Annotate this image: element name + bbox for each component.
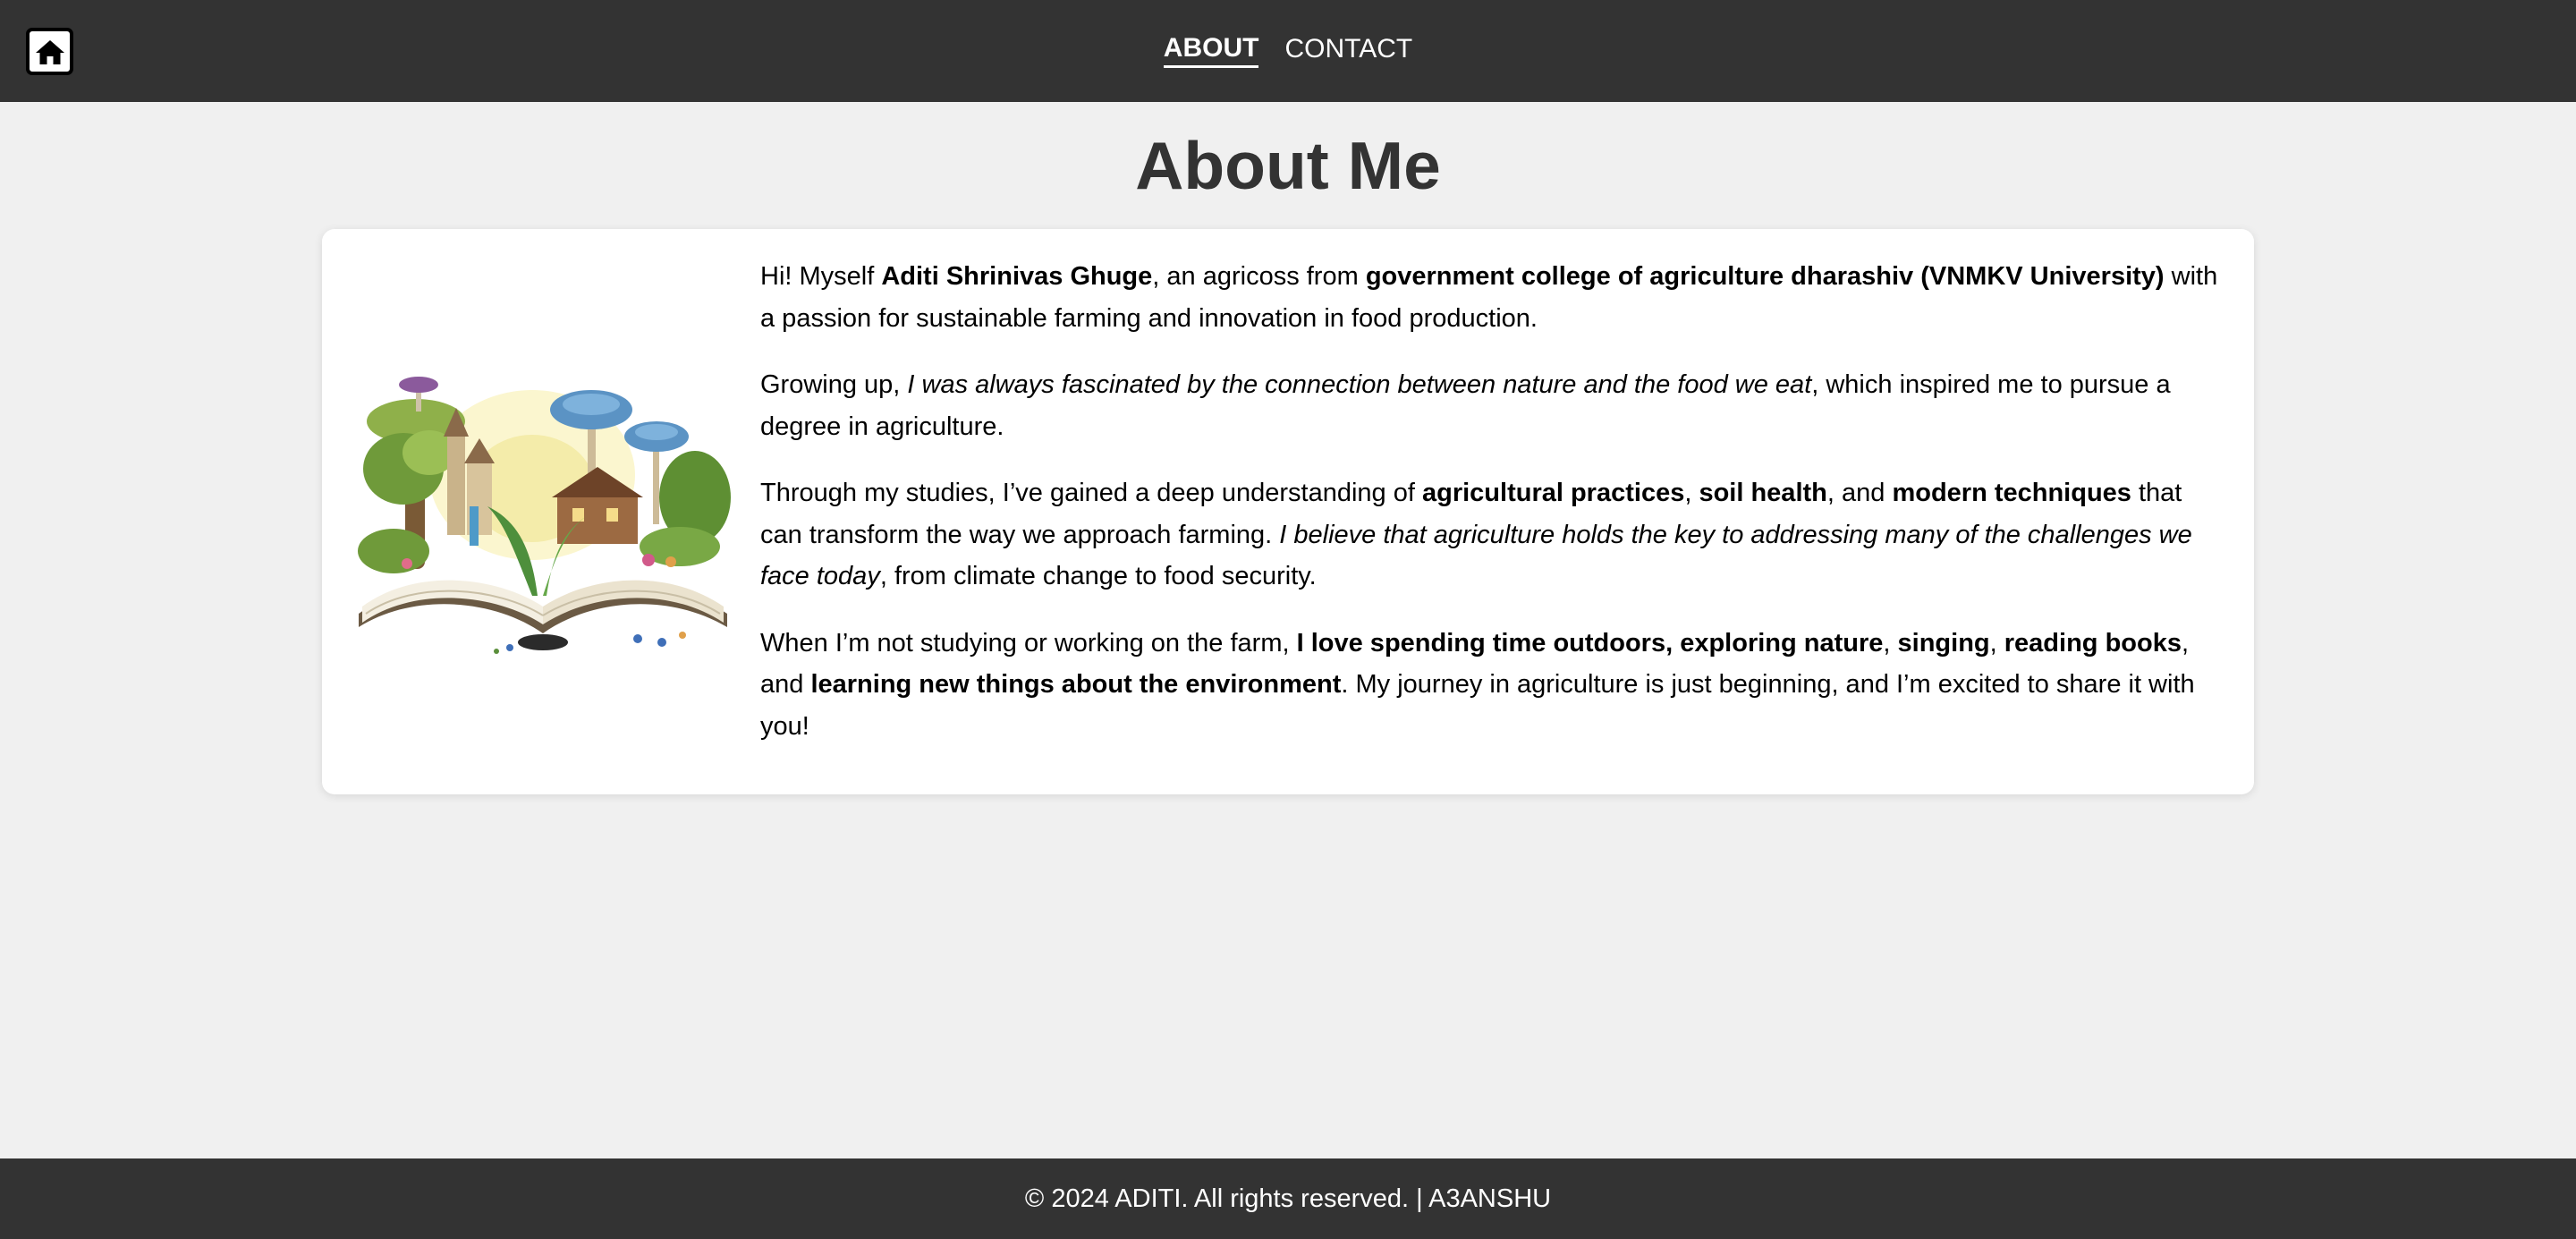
about-card: Hi! Myself Aditi Shrinivas Ghuge, an agr… (322, 229, 2254, 794)
intro-paragraph: Hi! Myself Aditi Shrinivas Ghuge, an agr… (760, 262, 2218, 333)
page-title: About Me (1135, 128, 1441, 203)
about-text: Hi! Myself Aditi Shrinivas Ghuge, an agr… (760, 256, 2218, 772)
growing-up-paragraph: Growing up, I was always fascinated by t… (760, 370, 2171, 441)
top-navbar: ABOUT CONTACT (0, 0, 2576, 102)
page-footer: © 2024 ADITI. All rights reserved. | A3A… (0, 1158, 2576, 1239)
nav-about-link[interactable]: ABOUT (1163, 34, 1259, 68)
hobbies-paragraph: When I’m not studying or working on the … (760, 628, 2195, 741)
open-book-illustration (358, 377, 731, 654)
name-highlight: Aditi Shrinivas Ghuge (881, 262, 1153, 291)
college-highlight: government college of agriculture dharas… (1365, 262, 2165, 291)
studies-paragraph: Through my studies, I’ve gained a deep u… (760, 479, 2192, 590)
nav-contact-link[interactable]: CONTACT (1284, 36, 1412, 66)
main-nav: ABOUT CONTACT (0, 0, 2576, 102)
footer-copyright: © 2024 ADITI. All rights reserved. | A3A… (1024, 1184, 1552, 1213)
